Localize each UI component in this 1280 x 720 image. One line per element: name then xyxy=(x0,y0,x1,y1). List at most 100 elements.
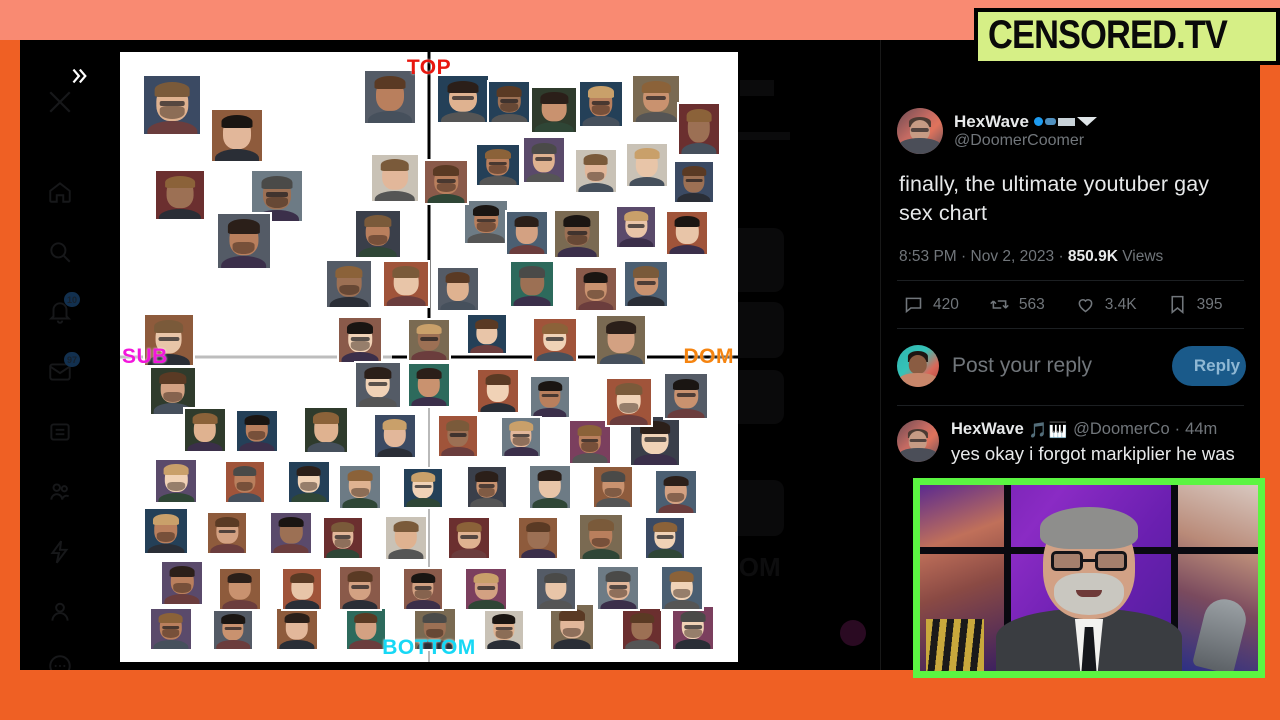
bookmark-count: 395 xyxy=(1196,295,1223,313)
verified-badge-icon xyxy=(1033,117,1097,127)
chart-face-thumbnail xyxy=(631,74,682,125)
reply-text: yes okay i forgot markiplier he was xyxy=(951,443,1235,465)
home-icon[interactable] xyxy=(36,168,84,216)
chart-face-thumbnail xyxy=(653,469,698,516)
chart-face-thumbnail xyxy=(625,142,670,189)
chart-label-top: TOP xyxy=(406,56,452,79)
chart-face-thumbnail xyxy=(402,466,445,509)
chart-face-thumbnail xyxy=(474,142,521,187)
tweet-time: 8:53 PM xyxy=(899,248,957,266)
chart-face-thumbnail xyxy=(325,259,374,310)
chart-face-thumbnail xyxy=(504,209,549,256)
chart-face-thumbnail xyxy=(402,567,445,612)
more-icon[interactable] xyxy=(36,642,84,670)
current-user-avatar[interactable] xyxy=(897,345,939,388)
chart-face-thumbnail xyxy=(644,516,687,561)
reply-author-avatar[interactable] xyxy=(897,420,939,463)
chart-label-dom: DOM xyxy=(683,345,734,368)
webcam-video xyxy=(920,485,1258,671)
notifications-icon[interactable]: 10 xyxy=(36,288,84,336)
logo-text: CENSORED.TV xyxy=(988,13,1228,57)
retweet-count: 563 xyxy=(1018,295,1045,313)
tweet-views-count: 850.9K xyxy=(1067,248,1118,266)
chart-face-thumbnail xyxy=(344,606,387,651)
reply-time: 44m xyxy=(1185,420,1218,439)
communities-icon[interactable] xyxy=(36,468,84,516)
reply-emoji: 🎵🎹 xyxy=(1028,421,1069,439)
bookmark-icon xyxy=(1171,296,1184,315)
chart-face-thumbnail xyxy=(142,507,189,556)
tweet-date: Nov 2, 2023 xyxy=(970,248,1055,266)
chart-face-thumbnail xyxy=(281,567,324,612)
reply-count: 420 xyxy=(933,295,959,313)
reply-handle: @DoomerCo xyxy=(1073,420,1170,439)
chart-face-thumbnail xyxy=(353,208,402,259)
avatar[interactable] xyxy=(897,108,943,154)
chart-face-thumbnail xyxy=(183,407,228,454)
chart-face-thumbnail xyxy=(142,73,203,136)
chart-face-thumbnail xyxy=(665,209,710,256)
like-action[interactable]: 3.4K xyxy=(1075,294,1137,315)
chart-face-thumbnail xyxy=(215,212,272,271)
tweet-handle: @DoomerCoomer xyxy=(954,131,1085,149)
bookmark-action[interactable]: 395 xyxy=(1167,294,1223,315)
heart-icon xyxy=(1078,299,1093,313)
chart-face-thumbnail xyxy=(463,198,510,245)
chart-face-thumbnail xyxy=(663,372,710,421)
chart-face-thumbnail xyxy=(621,606,664,651)
chart-face-thumbnail xyxy=(436,414,479,459)
reply-thread-item[interactable]: HexWave 🎵🎹 @DoomerCo · 44m yes okay i fo… xyxy=(881,406,1260,466)
chart-face-thumbnail xyxy=(623,259,670,308)
chart-face-thumbnail xyxy=(596,565,641,612)
messages-icon[interactable]: 97 xyxy=(36,348,84,396)
reply-display-name: HexWave xyxy=(951,420,1024,439)
chart-face-thumbnail xyxy=(673,159,715,204)
chart-face-thumbnail xyxy=(487,80,532,125)
chart-face-thumbnail xyxy=(577,80,624,129)
chart-face-thumbnail xyxy=(369,152,420,203)
chart-face-thumbnail xyxy=(384,514,428,561)
chart-face-thumbnail xyxy=(382,259,431,308)
chart-face-thumbnail xyxy=(154,169,206,222)
reply-input[interactable]: Post your reply xyxy=(952,354,1159,378)
chart-face-thumbnail xyxy=(465,313,508,356)
chart-face-thumbnail xyxy=(223,459,266,504)
chart-face-thumbnail xyxy=(573,147,618,194)
comment-icon xyxy=(905,298,922,314)
messages-badge: 97 xyxy=(63,352,80,367)
tweet-display-name: HexWave xyxy=(954,111,1029,131)
chart-face-thumbnail xyxy=(337,316,384,365)
retweet-icon xyxy=(990,300,1009,310)
chart-face-thumbnail xyxy=(286,459,331,504)
chart-face-thumbnail xyxy=(527,463,572,510)
alignment-chart: TOP BOTTOM SUB DOM xyxy=(120,52,738,662)
image-lightbox: TOP BOTTOM SUB DOM xyxy=(72,40,880,670)
reply-action[interactable]: 420 xyxy=(903,294,959,315)
chart-label-sub: SUB xyxy=(122,345,168,368)
chart-face-thumbnail xyxy=(206,510,249,555)
chart-label-bottom: BOTTOM xyxy=(382,636,476,659)
tweet-metadata: 8:53 PM · Nov 2, 2023 · 850.9K Views xyxy=(881,228,1260,280)
chart-face-thumbnail xyxy=(659,565,704,612)
host-glasses-icon xyxy=(1051,551,1127,571)
reply-composer[interactable]: Post your reply Reply xyxy=(881,329,1260,405)
grok-icon[interactable] xyxy=(36,408,84,456)
reply-button[interactable]: Reply xyxy=(1172,346,1246,387)
retweet-action[interactable]: 563 xyxy=(989,294,1045,315)
chart-image[interactable]: TOP BOTTOM SUB DOM xyxy=(120,52,738,662)
chart-face-thumbnail xyxy=(407,362,451,409)
profile-icon[interactable] xyxy=(36,588,84,636)
premium-icon[interactable] xyxy=(36,528,84,576)
chart-face-thumbnail xyxy=(212,608,255,651)
chart-face-thumbnail xyxy=(407,318,451,362)
tweet-author-row[interactable]: HexWave @DoomerCoomer xyxy=(881,102,1260,154)
chart-face-thumbnail xyxy=(553,208,602,259)
chart-face-thumbnail xyxy=(154,458,199,505)
chart-face-thumbnail xyxy=(577,512,624,561)
search-icon[interactable] xyxy=(36,228,84,276)
like-count: 3.4K xyxy=(1104,295,1137,313)
chart-face-thumbnail xyxy=(482,608,525,651)
chart-face-thumbnail xyxy=(475,367,520,414)
expand-chevron-icon[interactable] xyxy=(60,58,96,94)
reply-sep: · xyxy=(1174,420,1181,439)
